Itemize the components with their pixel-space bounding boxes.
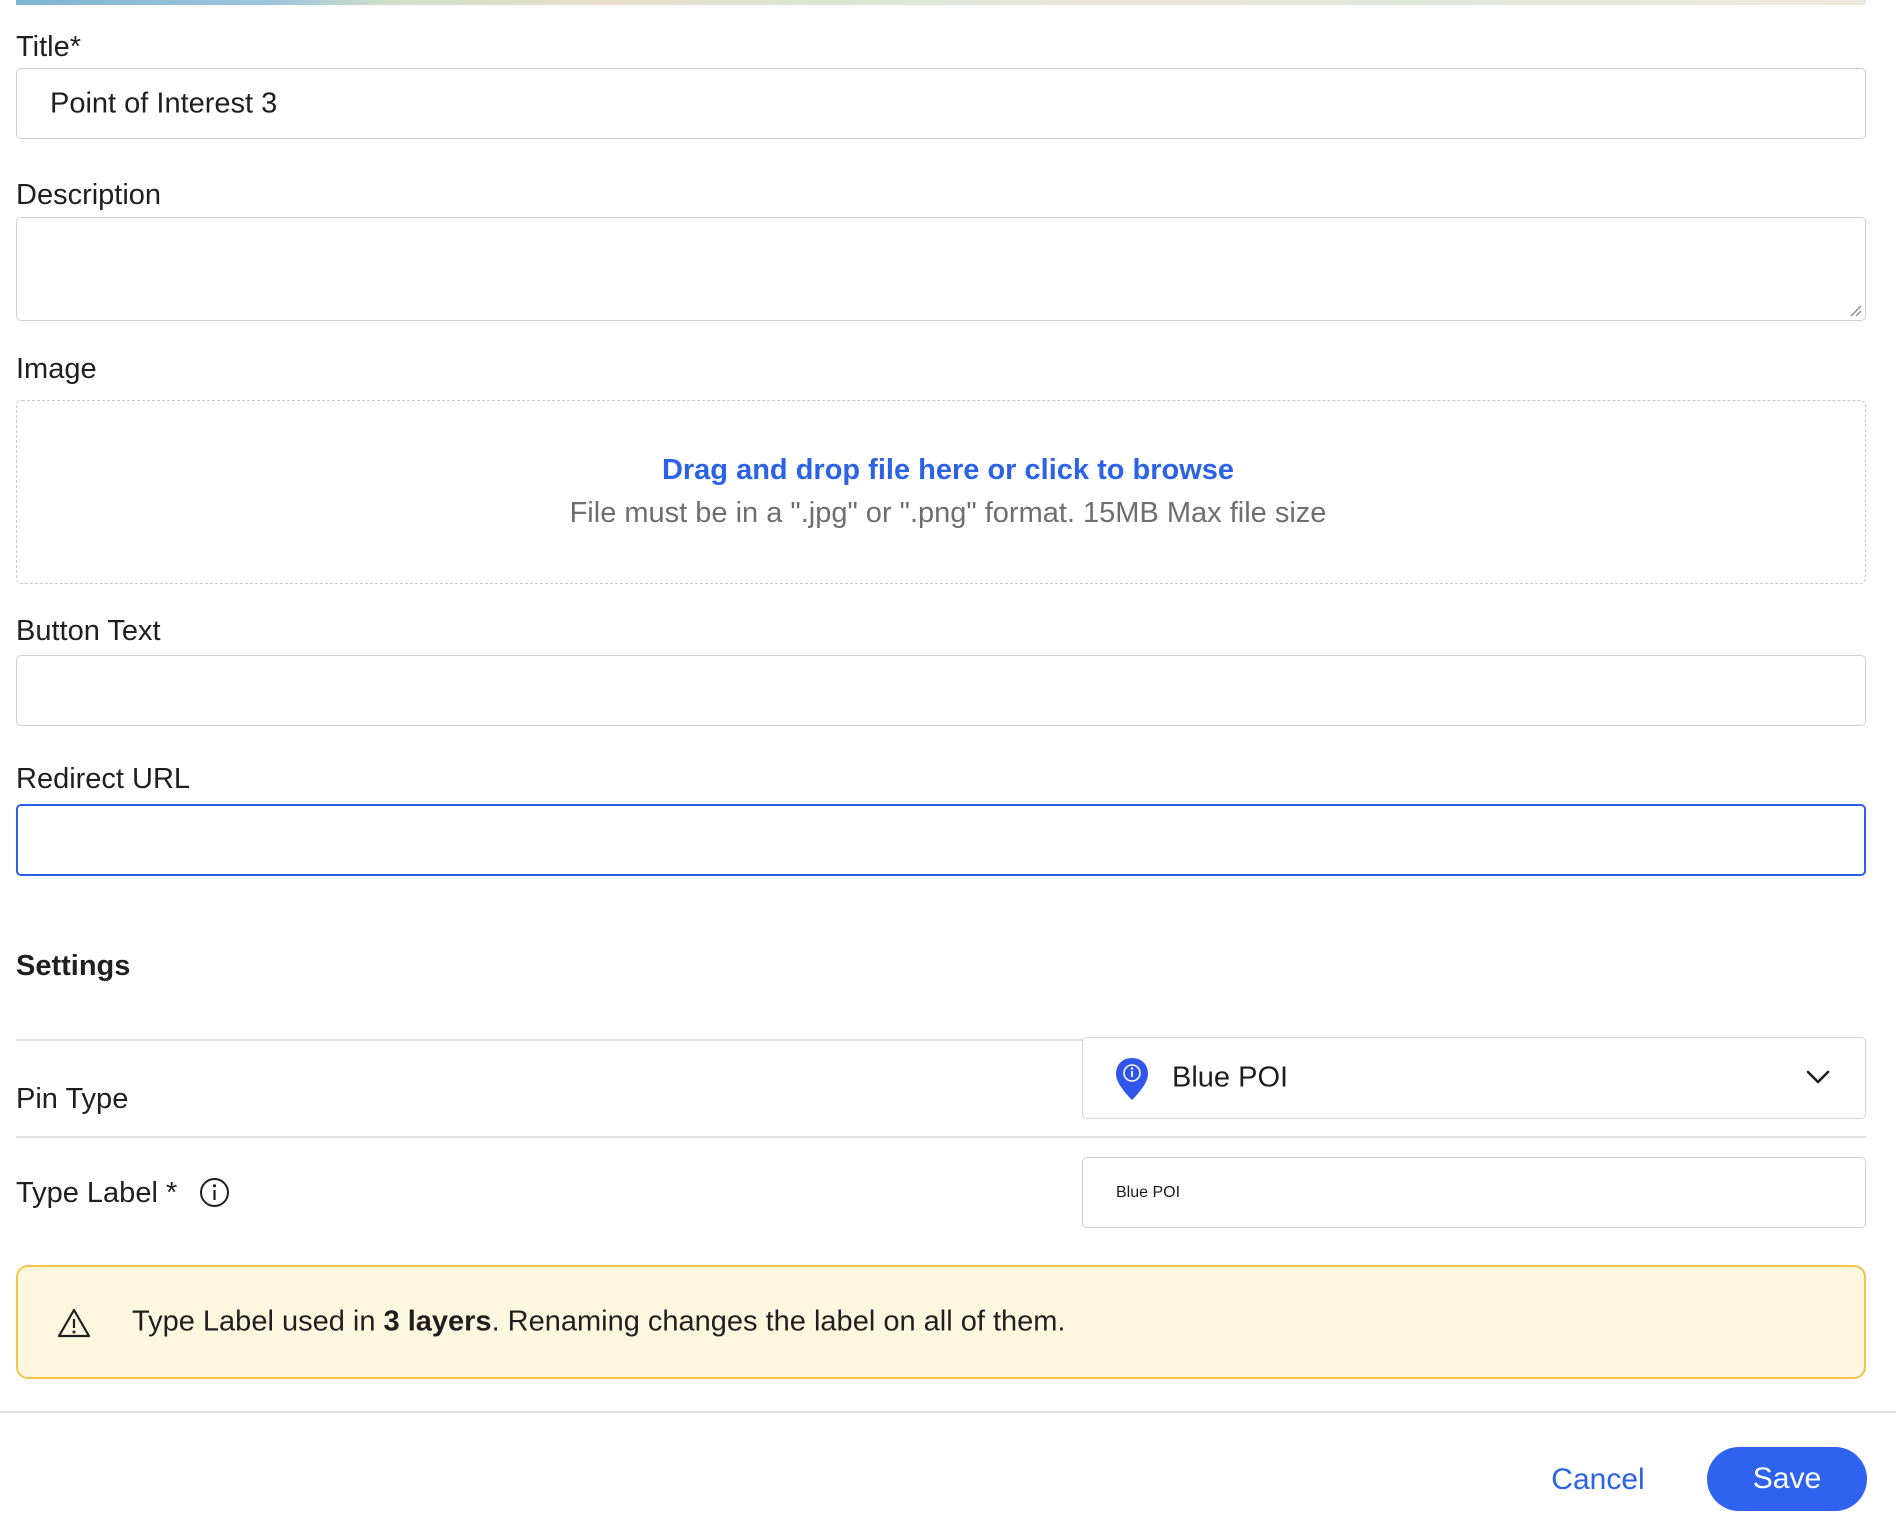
pin-type-select[interactable]: Blue POI bbox=[1082, 1037, 1866, 1119]
title-input-value: Point of Interest 3 bbox=[50, 87, 278, 119]
type-label-input[interactable]: Blue POI bbox=[1082, 1157, 1866, 1228]
rename-warning-banner: Type Label used in 3 layers. Renaming ch… bbox=[16, 1265, 1866, 1379]
warning-text-before: Type Label used in bbox=[132, 1305, 384, 1338]
pin-type-label: Pin Type bbox=[16, 1083, 129, 1115]
chevron-down-icon bbox=[1806, 1070, 1830, 1084]
description-textarea[interactable] bbox=[16, 217, 1866, 321]
save-button[interactable]: Save bbox=[1707, 1447, 1867, 1511]
pin-type-divider bbox=[16, 1136, 1866, 1138]
button-text-label: Button Text bbox=[16, 615, 161, 647]
settings-section-title: Settings bbox=[16, 950, 131, 982]
warning-triangle-icon bbox=[57, 1308, 91, 1338]
warning-layer-count: 3 layers bbox=[383, 1305, 492, 1338]
image-dropzone[interactable] bbox=[16, 400, 1866, 584]
warning-text: Type Label used in 3 layers. Renaming ch… bbox=[132, 1306, 1065, 1339]
cancel-button[interactable]: Cancel bbox=[1524, 1448, 1672, 1512]
type-label-label: Type Label * bbox=[16, 1177, 178, 1209]
file-format-hint: File must be in a ".jpg" or ".png" forma… bbox=[569, 497, 1327, 529]
type-label-value: Blue POI bbox=[1116, 1183, 1181, 1201]
pin-type-value: Blue POI bbox=[1172, 1061, 1289, 1094]
title-input[interactable]: Point of Interest 3 bbox=[16, 68, 1866, 139]
browse-file-link[interactable]: Drag and drop file here or click to brow… bbox=[0, 454, 1896, 487]
map-preview-strip bbox=[16, 0, 1866, 5]
warning-text-after: . Renaming changes the label on all of t… bbox=[491, 1305, 1066, 1338]
blue-map-pin-icon bbox=[1116, 1058, 1148, 1100]
redirect-url-input[interactable] bbox=[16, 804, 1866, 876]
info-icon[interactable] bbox=[199, 1177, 230, 1208]
resize-handle-icon[interactable] bbox=[1848, 303, 1862, 317]
title-label: Title* bbox=[16, 31, 81, 63]
footer-divider bbox=[0, 1411, 1896, 1413]
redirect-url-label: Redirect URL bbox=[16, 763, 191, 795]
description-label: Description bbox=[16, 179, 162, 211]
image-label: Image bbox=[16, 353, 97, 385]
button-text-input[interactable] bbox=[16, 655, 1866, 726]
